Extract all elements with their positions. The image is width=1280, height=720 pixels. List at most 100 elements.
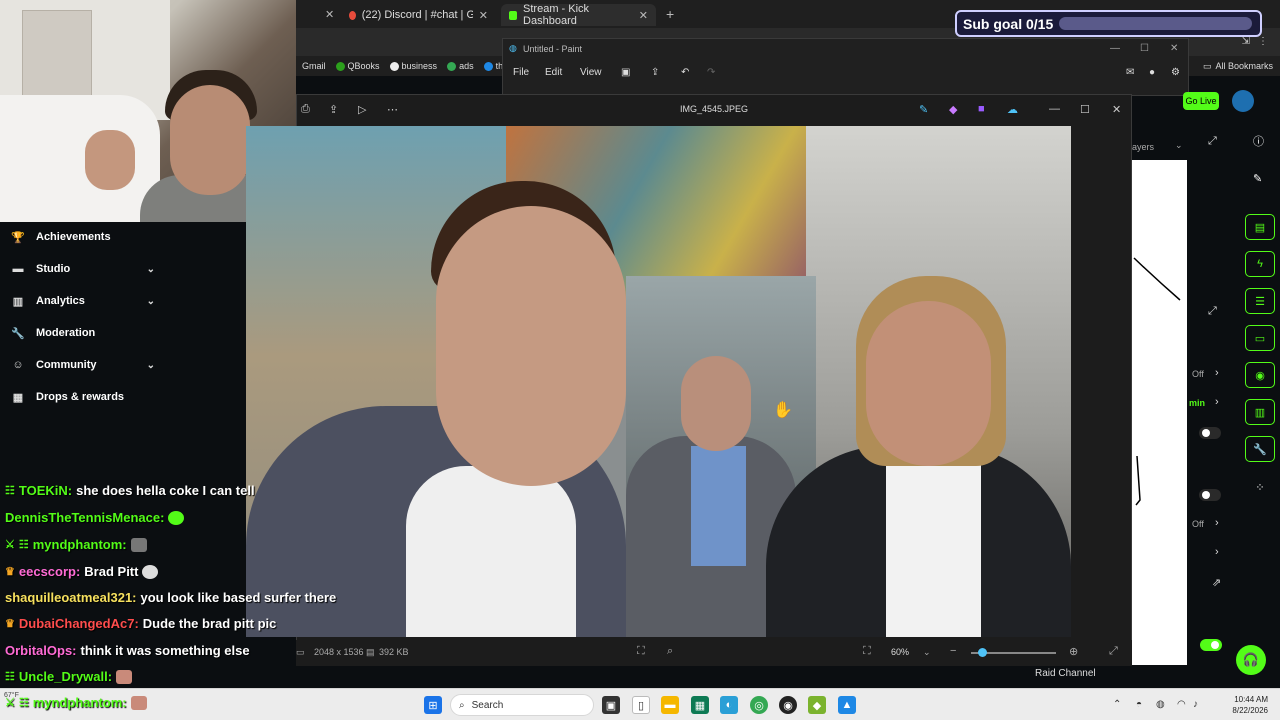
chat-username[interactable]: Uncle_Drywall: xyxy=(19,669,112,684)
clipchamp-icon[interactable]: ■ xyxy=(978,103,985,115)
tab-discord[interactable]: (22) Discord | #chat | Greatwhi ✕ xyxy=(341,4,496,26)
chevron-down-icon[interactable]: ⌄ xyxy=(923,647,931,658)
sidebar-item-community[interactable]: ☺ Community ⌄ xyxy=(0,350,173,380)
wrench-icon[interactable]: 🔧 xyxy=(1245,436,1275,462)
chat-username[interactable]: myndphantom: xyxy=(33,695,127,710)
account-icon[interactable]: ● xyxy=(1149,67,1155,78)
setting-toggle[interactable] xyxy=(1199,489,1221,501)
chat-username[interactable]: TOEKiN: xyxy=(19,483,72,498)
chrome-icon[interactable]: ◎ xyxy=(750,696,768,714)
zoom-out-icon[interactable]: − xyxy=(950,645,956,657)
layout-icon[interactable]: ▤ xyxy=(1245,214,1275,240)
chevron-right-icon[interactable]: › xyxy=(1215,546,1219,558)
lightning-icon[interactable]: ϟ xyxy=(1245,251,1275,277)
taskbar-clock[interactable]: 10:44 AM 8/22/2026 xyxy=(1232,694,1268,716)
popout-icon[interactable]: ⤢ xyxy=(1208,135,1217,148)
chat-username[interactable]: myndphantom: xyxy=(33,537,127,552)
visual-search-icon[interactable]: ⌕ xyxy=(667,645,673,658)
tab-kick-dashboard[interactable]: Stream - Kick Dashboard ✕ xyxy=(501,3,656,27)
sidebar-item-analytics[interactable]: ▥ Analytics ⌄ xyxy=(0,286,173,316)
undo-icon[interactable]: ↶ xyxy=(681,67,689,78)
external-link-icon[interactable]: ⇗ xyxy=(1212,576,1221,589)
chat-username[interactable]: DubaiChangedAc7: xyxy=(19,616,139,631)
minimize-icon[interactable]: — xyxy=(1049,103,1060,115)
save-icon[interactable]: ▣ xyxy=(621,67,630,78)
chat-username[interactable]: OrbitalOps: xyxy=(5,643,77,658)
bookmark-qbooks[interactable]: QBooks xyxy=(335,61,380,71)
chat-username[interactable]: DennisTheTennisMenace: xyxy=(5,510,164,525)
app-icon[interactable]: ◐ xyxy=(720,696,738,714)
bookmark-ads[interactable]: ads xyxy=(447,61,474,71)
bookmark-th[interactable]: th xyxy=(483,61,503,71)
spreadsheet-icon[interactable]: ▦ xyxy=(691,696,709,714)
queue-icon[interactable]: ▥ xyxy=(1245,399,1275,425)
windows-start-icon[interactable]: ⊞ xyxy=(424,696,442,714)
sidebar-item-studio[interactable]: ▬ Studio ⌄ xyxy=(0,254,173,284)
comment-icon[interactable]: ✉ xyxy=(1126,67,1134,78)
maximize-icon[interactable]: ☐ xyxy=(1080,103,1090,116)
share-nodes-icon[interactable]: ⁘ xyxy=(1245,474,1275,500)
obs-icon[interactable]: ◉ xyxy=(779,696,797,714)
bookmark-gmail[interactable]: Gmail xyxy=(302,61,326,71)
sidebar-item-drops-rewards[interactable]: ▦ Drops & rewards xyxy=(0,382,173,412)
close-tab-icon[interactable]: ✕ xyxy=(639,9,648,22)
avatar[interactable] xyxy=(1232,90,1254,112)
discord-icon xyxy=(349,10,356,20)
designer-icon[interactable]: ◆ xyxy=(949,103,957,116)
crop-icon[interactable]: ⛶ xyxy=(637,645,645,658)
chevron-up-icon[interactable]: ⌃ xyxy=(1113,699,1121,710)
zoom-level[interactable]: 60% xyxy=(891,647,909,657)
paint-menu-edit[interactable]: Edit xyxy=(545,67,562,78)
popout-icon[interactable]: ⤢ xyxy=(1208,305,1217,318)
chevron-right-icon[interactable]: › xyxy=(1215,517,1219,529)
onedrive-cloud-icon[interactable]: ☁ xyxy=(1007,103,1018,116)
minimize-icon[interactable]: — xyxy=(1110,43,1120,54)
paint-menu-view[interactable]: View xyxy=(580,67,602,78)
paint-menu-file[interactable]: File xyxy=(513,67,529,78)
fullscreen-icon[interactable]: ⤢ xyxy=(1109,645,1118,658)
chevron-right-icon[interactable]: › xyxy=(1215,367,1219,379)
photos-icon[interactable]: ▲ xyxy=(838,696,856,714)
zoom-slider-handle[interactable] xyxy=(978,648,987,657)
edit-image-icon[interactable]: ✎ xyxy=(919,103,928,116)
redo-icon[interactable]: ↷ xyxy=(707,67,715,78)
close-icon[interactable]: ✕ xyxy=(1112,103,1121,116)
close-tab-icon[interactable]: ✕ xyxy=(325,8,334,21)
headset-help-button[interactable]: 🎧 xyxy=(1236,645,1266,675)
sidebar-item-moderation[interactable]: 🔧 Moderation xyxy=(0,318,173,348)
network-icon[interactable]: ◓ xyxy=(1136,699,1142,710)
setting-toggle[interactable] xyxy=(1199,427,1221,439)
wifi-icon[interactable]: ◠ xyxy=(1177,699,1186,710)
share-icon[interactable]: ⇪ xyxy=(651,67,659,78)
microphone-icon[interactable]: ◍ xyxy=(1156,699,1165,710)
ads-icon xyxy=(447,61,457,71)
bookmark-business[interactable]: business xyxy=(389,61,437,71)
all-bookmarks[interactable]: ▭ All Bookmarks xyxy=(1189,56,1280,76)
raid-channel-label[interactable]: Raid Channel xyxy=(1035,668,1096,679)
zoom-in-icon[interactable]: ⊕ xyxy=(1069,645,1078,658)
taskbar-search[interactable]: ⌕ Search xyxy=(450,694,594,716)
setting-toggle[interactable] xyxy=(1200,639,1222,651)
extension-icon[interactable]: ⇲ xyxy=(1242,36,1250,47)
chat-icon[interactable]: ▭ xyxy=(1245,325,1275,351)
go-live-button[interactable]: Go Live xyxy=(1183,92,1219,110)
notepad-icon[interactable]: ▯ xyxy=(632,696,650,714)
app-icon[interactable]: ◆ xyxy=(808,696,826,714)
chevron-right-icon[interactable]: › xyxy=(1215,396,1219,408)
new-tab-icon[interactable]: + xyxy=(666,6,674,22)
more-icon[interactable]: ⋮ xyxy=(1258,36,1268,47)
maximize-icon[interactable]: ☐ xyxy=(1140,43,1149,54)
volume-icon[interactable]: ♪ xyxy=(1193,699,1198,710)
settings-gear-icon[interactable]: ⚙ xyxy=(1171,67,1180,78)
file-explorer-icon[interactable]: ▬ xyxy=(661,696,679,714)
close-icon[interactable]: ✕ xyxy=(1170,43,1178,54)
chevron-down-icon[interactable]: ⌄ xyxy=(1175,140,1183,151)
chat-username[interactable]: eecscorp: xyxy=(19,564,80,579)
broadcast-icon[interactable]: ◉ xyxy=(1245,362,1275,388)
task-view-icon[interactable]: ▣ xyxy=(602,696,620,714)
fit-to-window-icon[interactable]: ⛶ xyxy=(863,645,871,658)
close-tab-icon[interactable]: ✕ xyxy=(479,9,488,22)
sidebar-item-achievements[interactable]: 🏆 Achievements xyxy=(0,222,173,252)
list-icon[interactable]: ☰ xyxy=(1245,288,1275,314)
chat-username[interactable]: shaquilleoatmeal321: xyxy=(5,590,137,605)
